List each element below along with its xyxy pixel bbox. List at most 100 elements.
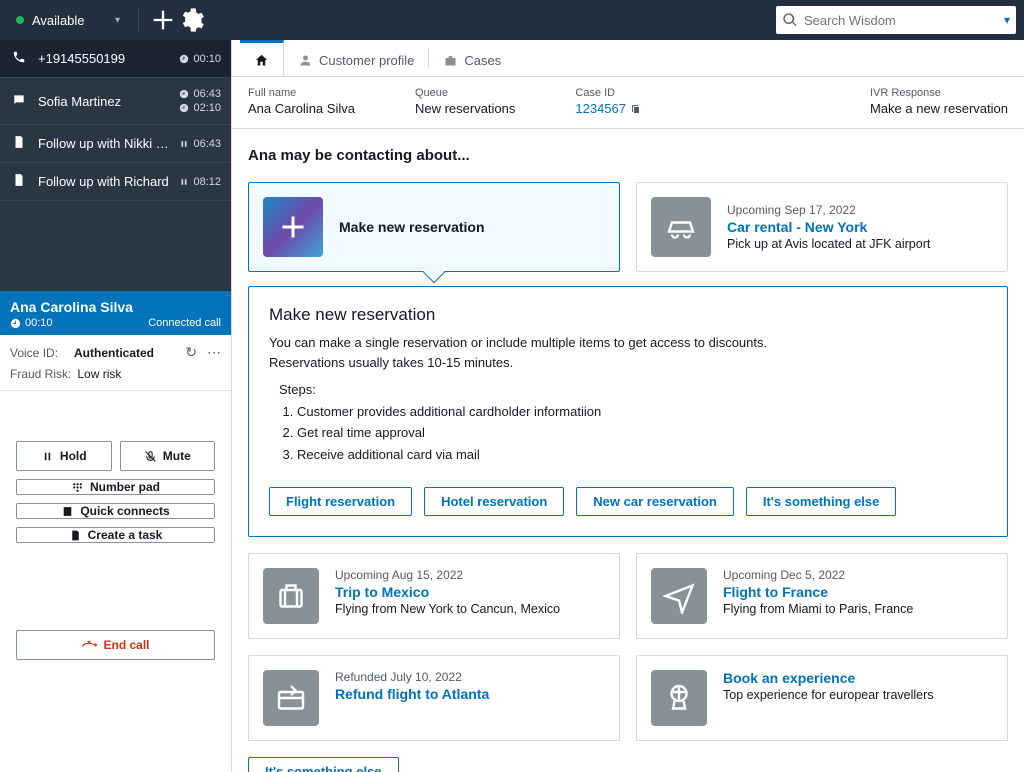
task-icon bbox=[10, 173, 28, 190]
card-refund-atlanta[interactable]: Refunded July 10, 2022 Refund flight to … bbox=[248, 655, 620, 741]
wisdom-search-input[interactable] bbox=[798, 13, 1004, 28]
action-something-else[interactable]: It's something else bbox=[746, 487, 897, 516]
chevron-down-icon: ▾ bbox=[115, 15, 120, 26]
tab-cases[interactable]: Cases bbox=[429, 40, 515, 76]
queue-label: Queue bbox=[415, 87, 515, 99]
create-task-label: Create a task bbox=[88, 528, 163, 542]
clock-icon bbox=[179, 103, 189, 113]
fraud-risk-label: Fraud Risk: bbox=[10, 367, 71, 381]
contact-label: Follow up with Richard bbox=[38, 174, 169, 189]
status-indicator-icon bbox=[16, 16, 24, 24]
action-new-car-reservation[interactable]: New car reservation bbox=[576, 487, 734, 516]
voice-info: Voice ID: Authenticated ↻ ⋯ Fraud Risk: … bbox=[0, 335, 231, 391]
pause-icon bbox=[179, 139, 189, 149]
card-title: Refund flight to Atlanta bbox=[335, 686, 489, 702]
case-id-value: 1234567 bbox=[575, 101, 626, 116]
create-task-button[interactable]: Create a task bbox=[16, 527, 215, 543]
wisdom-search[interactable]: ▾ bbox=[776, 6, 1016, 34]
new-contact-button[interactable] bbox=[149, 6, 177, 34]
pause-icon bbox=[41, 450, 54, 463]
card-flight-france[interactable]: Upcoming Dec 5, 2022 Flight to France Fl… bbox=[636, 553, 1008, 639]
plus-tile-icon bbox=[263, 197, 323, 257]
tab-label: Customer profile bbox=[319, 53, 414, 68]
full-name-label: Full name bbox=[248, 87, 355, 99]
card-title: Trip to Mexico bbox=[335, 584, 560, 600]
contact-item-task[interactable]: Follow up with Richard 08:12 bbox=[0, 163, 231, 201]
step-item: Get real time approval bbox=[297, 422, 987, 443]
card-meta: Upcoming Dec 5, 2022 bbox=[723, 568, 913, 582]
number-pad-label: Number pad bbox=[90, 480, 160, 494]
card-desc: Pick up at Avis located at JFK airport bbox=[727, 237, 930, 251]
card-title: Car rental - New York bbox=[727, 219, 930, 235]
more-icon[interactable]: ⋯ bbox=[207, 344, 221, 361]
card-desc: Flying from Miami to Paris, France bbox=[723, 602, 913, 616]
quick-connects-button[interactable]: Quick connects bbox=[16, 503, 215, 519]
tab-label: Cases bbox=[464, 53, 501, 68]
panel-text-1: You can make a single reservation or inc… bbox=[269, 333, 987, 353]
end-call-button[interactable]: End call bbox=[16, 630, 215, 660]
chat-icon bbox=[10, 93, 28, 110]
intent-card-new-reservation[interactable]: Make new reservation bbox=[248, 182, 620, 272]
steps-list: Customer provides additional cardholder … bbox=[297, 401, 987, 465]
tab-home[interactable] bbox=[240, 40, 284, 76]
voice-id-label: Voice ID: bbox=[10, 346, 68, 360]
dialpad-icon bbox=[71, 481, 84, 494]
task-icon bbox=[10, 135, 28, 152]
mute-button[interactable]: Mute bbox=[120, 441, 216, 471]
step-item: Receive additional card via mail bbox=[297, 444, 987, 465]
clock-icon bbox=[10, 318, 21, 329]
contact-timer: 00:10 bbox=[193, 53, 221, 65]
contact-list: +19145550199 00:10 Sofia Martinez 06:43 … bbox=[0, 40, 231, 291]
contact-item-task[interactable]: Follow up with Nikki Wolf 06:43 bbox=[0, 125, 231, 163]
active-contact-status: Connected call bbox=[148, 317, 221, 329]
settings-button[interactable] bbox=[177, 6, 205, 34]
action-flight-reservation[interactable]: Flight reservation bbox=[269, 487, 412, 516]
refresh-icon[interactable]: ↻ bbox=[185, 344, 197, 361]
clock-icon bbox=[179, 54, 189, 64]
card-meta: Refunded July 10, 2022 bbox=[335, 670, 489, 684]
contact-item-phone[interactable]: +19145550199 00:10 bbox=[0, 40, 231, 78]
card-meta: Upcoming Aug 15, 2022 bbox=[335, 568, 560, 582]
quick-connects-label: Quick connects bbox=[80, 504, 169, 518]
phone-icon bbox=[10, 50, 28, 67]
hold-button[interactable]: Hold bbox=[16, 441, 112, 471]
card-desc: Top experience for europear travellers bbox=[723, 688, 934, 702]
agent-status-dropdown[interactable]: Available ▾ bbox=[8, 9, 128, 32]
home-icon bbox=[254, 53, 269, 68]
panel-text-2: Reservations usually takes 10-15 minutes… bbox=[269, 353, 987, 373]
tab-customer-profile[interactable]: Customer profile bbox=[284, 40, 428, 76]
copy-icon[interactable] bbox=[630, 103, 642, 115]
card-title: Flight to France bbox=[723, 584, 913, 600]
contact-timer: 02:10 bbox=[193, 102, 221, 114]
step-item: Customer provides additional cardholder … bbox=[297, 401, 987, 422]
contact-info-bar: Full name Ana Carolina Silva Queue New r… bbox=[232, 77, 1024, 129]
case-id-link[interactable]: 1234567 bbox=[575, 101, 642, 116]
search-icon bbox=[782, 12, 798, 28]
something-else-button[interactable]: It's something else bbox=[248, 757, 399, 772]
task-icon bbox=[69, 529, 82, 542]
chevron-down-icon[interactable]: ▾ bbox=[1004, 13, 1010, 27]
number-pad-button[interactable]: Number pad bbox=[16, 479, 215, 495]
panel-title: Make new reservation bbox=[269, 305, 987, 325]
sidebar: +19145550199 00:10 Sofia Martinez 06:43 … bbox=[0, 40, 232, 772]
agent-status-label: Available bbox=[32, 13, 85, 28]
clock-icon bbox=[179, 89, 189, 99]
card-meta: Upcoming Sep 17, 2022 bbox=[727, 203, 930, 217]
card-trip-mexico[interactable]: Upcoming Aug 15, 2022 Trip to Mexico Fly… bbox=[248, 553, 620, 639]
case-id-label: Case ID bbox=[575, 87, 642, 99]
full-name-value: Ana Carolina Silva bbox=[248, 101, 355, 116]
mic-off-icon bbox=[144, 450, 157, 463]
intent-card-car-rental[interactable]: Upcoming Sep 17, 2022 Car rental - New Y… bbox=[636, 182, 1008, 272]
mute-label: Mute bbox=[163, 449, 191, 463]
contact-timer: 06:43 bbox=[193, 88, 221, 100]
queue-value: New reservations bbox=[415, 101, 515, 116]
contact-item-chat[interactable]: Sofia Martinez 06:43 02:10 bbox=[0, 78, 231, 125]
intent-detail-panel: Make new reservation You can make a sing… bbox=[248, 286, 1008, 537]
main-panel: Customer profile Cases Full name Ana Car… bbox=[232, 40, 1024, 772]
card-desc: Flying from New York to Cancun, Mexico bbox=[335, 602, 560, 616]
card-book-experience[interactable]: Book an experience Top experience for eu… bbox=[636, 655, 1008, 741]
action-hotel-reservation[interactable]: Hotel reservation bbox=[424, 487, 564, 516]
active-contact-timer: 00:10 bbox=[25, 317, 53, 329]
intent-title: Make new reservation bbox=[339, 219, 485, 235]
contacts-icon bbox=[61, 505, 74, 518]
